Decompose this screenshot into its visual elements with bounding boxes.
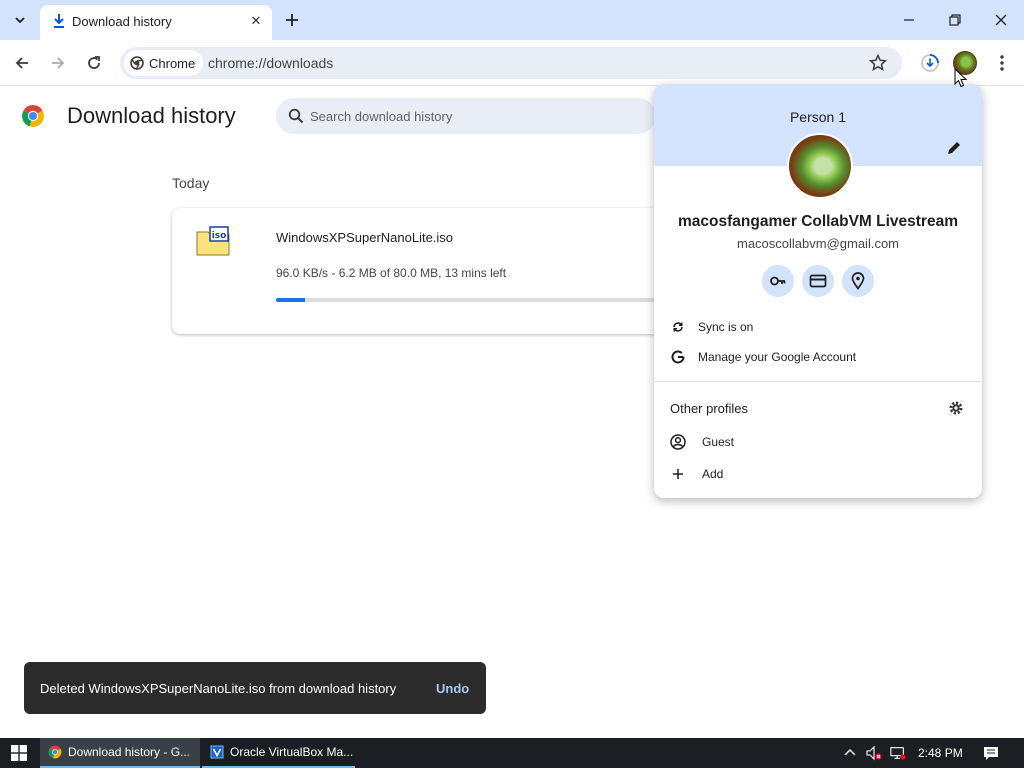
- taskbar-clock[interactable]: 2:48 PM: [918, 746, 963, 760]
- chevron-up-icon: [844, 749, 856, 756]
- download-status: 96.0 KB/s - 6.2 MB of 80.0 MB, 13 mins l…: [276, 266, 507, 280]
- forward-button[interactable]: [44, 49, 72, 77]
- download-file-name[interactable]: WindowsXPSuperNanoLite.iso: [276, 230, 453, 245]
- taskbar-item-label: Oracle VirtualBox Ma...: [230, 745, 354, 759]
- network-button[interactable]: [890, 745, 906, 761]
- manage-account-label: Manage your Google Account: [698, 350, 857, 364]
- tab-search-button[interactable]: [8, 8, 32, 32]
- page-title: Download history: [67, 103, 236, 128]
- forward-arrow-icon: [52, 57, 65, 69]
- download-progress-bar: [276, 298, 656, 302]
- reload-button[interactable]: [80, 49, 108, 77]
- plus-icon: [670, 466, 686, 482]
- snackbar-toast: Deleted WindowsXPSuperNanoLite.iso from …: [24, 662, 486, 714]
- start-button[interactable]: [0, 738, 38, 768]
- search-icon: [288, 108, 304, 124]
- url-text[interactable]: chrome://downloads: [208, 55, 333, 71]
- key-icon: [770, 276, 786, 286]
- tab-title: Download history: [72, 14, 172, 29]
- bookmark-star-icon[interactable]: [868, 53, 888, 73]
- back-button[interactable]: [8, 49, 36, 77]
- search-downloads-field[interactable]: Search download history: [276, 98, 656, 134]
- reload-icon: [88, 56, 100, 69]
- chip-label: Chrome: [149, 55, 196, 71]
- taskbar-item-virtualbox[interactable]: Oracle VirtualBox Ma...: [202, 738, 355, 768]
- add-label: Add: [702, 467, 724, 481]
- credit-card-icon: [809, 274, 827, 288]
- guest-profile-row[interactable]: Guest: [670, 430, 734, 454]
- downloads-button[interactable]: [916, 49, 944, 77]
- chrome-logo-icon: [48, 745, 62, 759]
- sync-icon: [670, 319, 686, 335]
- date-section-label: Today: [172, 175, 210, 191]
- snackbar-message: Deleted WindowsXPSuperNanoLite.iso from …: [40, 681, 397, 696]
- edit-pencil-icon[interactable]: [944, 138, 964, 158]
- volume-muted-icon: [866, 745, 882, 761]
- chrome-logo-icon: [130, 56, 144, 70]
- profile-name: macosfangamer CollabVM Livestream: [678, 213, 958, 230]
- network-icon: [890, 747, 906, 760]
- gear-icon[interactable]: [948, 400, 964, 416]
- passwords-button[interactable]: [762, 265, 794, 297]
- minimize-button[interactable]: [889, 6, 929, 34]
- virtualbox-icon: [210, 745, 224, 759]
- svg-text:iso: iso: [212, 231, 227, 241]
- download-item-card: iso WindowsXPSuperNanoLite.iso 96.0 KB/s…: [172, 208, 672, 334]
- volume-button[interactable]: [866, 745, 882, 761]
- profile-avatar-large: [787, 133, 853, 199]
- chevron-down-icon: [15, 17, 25, 24]
- taskbar-item-label: Download history - G...: [68, 745, 191, 759]
- plus-icon: [286, 14, 298, 26]
- profile-email: macoscollabvm@gmail.com: [736, 236, 900, 251]
- notifications-icon: [984, 747, 998, 760]
- profile-menu-title: Person 1: [789, 109, 847, 125]
- search-placeholder: Search download history: [310, 109, 453, 124]
- minimize-icon: [904, 19, 914, 21]
- other-profiles-heading: Other profiles: [670, 401, 749, 416]
- divider: [654, 381, 982, 382]
- restore-icon: [949, 14, 961, 26]
- download-progress-fill: [276, 298, 306, 302]
- tab-close-button[interactable]: ✕: [246, 11, 266, 31]
- restore-button[interactable]: [935, 6, 975, 34]
- toolbar: Chrome chrome://downloads: [0, 40, 1024, 86]
- close-window-button[interactable]: [981, 6, 1021, 34]
- guest-account-icon: [670, 434, 686, 450]
- new-tab-button[interactable]: [280, 8, 304, 32]
- address-bar[interactable]: Chrome chrome://downloads: [120, 47, 902, 79]
- taskbar-item-chrome[interactable]: Download history - G...: [40, 738, 200, 768]
- site-info-chip[interactable]: Chrome: [124, 50, 204, 76]
- tab-download-history[interactable]: Download history ✕: [40, 5, 272, 40]
- undo-button[interactable]: Undo: [436, 681, 469, 696]
- payment-methods-button[interactable]: [802, 265, 834, 297]
- close-icon: [995, 14, 1007, 26]
- download-icon: [54, 14, 64, 28]
- chrome-logo-icon: [22, 105, 44, 127]
- sync-label: Sync is on: [698, 320, 754, 334]
- sync-status-row[interactable]: Sync is on: [670, 315, 753, 339]
- location-pin-icon: [851, 272, 865, 290]
- more-vert-icon: [1000, 55, 1004, 71]
- iso-file-icon: iso: [196, 226, 230, 256]
- guest-label: Guest: [702, 435, 735, 449]
- tab-strip: Download history ✕: [0, 0, 1024, 40]
- menu-button[interactable]: [988, 49, 1016, 77]
- manage-google-account-row[interactable]: Manage your Google Account: [670, 345, 856, 369]
- mouse-cursor-icon: [954, 68, 968, 88]
- taskbar: Download history - G... Oracle VirtualBo…: [0, 738, 1024, 768]
- back-arrow-icon: [15, 57, 28, 69]
- windows-logo-icon: [11, 745, 27, 761]
- profile-menu: Person 1 macosfangamer CollabVM Livestre…: [654, 84, 982, 498]
- tray-chevron-button[interactable]: [842, 745, 858, 761]
- addresses-button[interactable]: [842, 265, 874, 297]
- download-progress-icon: [921, 54, 939, 72]
- action-center-button[interactable]: [983, 745, 999, 761]
- add-profile-row[interactable]: Add: [670, 462, 723, 486]
- google-g-icon: [670, 349, 686, 365]
